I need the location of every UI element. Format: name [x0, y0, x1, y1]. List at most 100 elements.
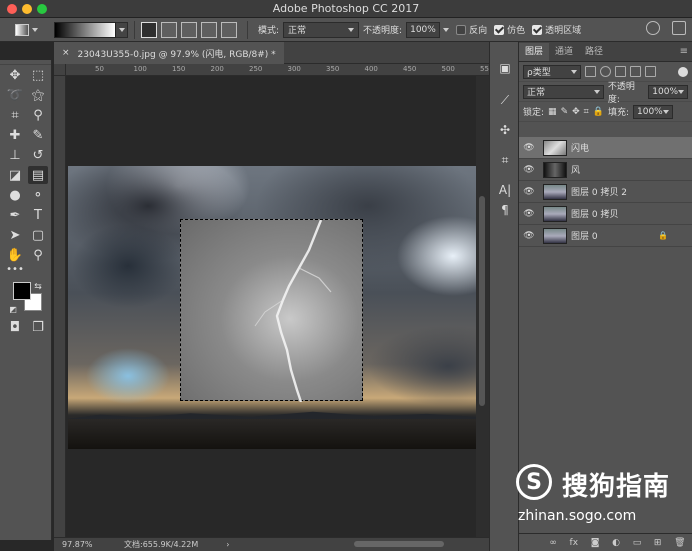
screen-mode-icon[interactable]: ❐ — [28, 318, 48, 336]
close-icon[interactable]: × — [62, 48, 70, 58]
layer-item[interactable]: 👁 图层 0 拷贝 — [519, 203, 692, 225]
eye-icon[interactable]: 👁 — [519, 209, 539, 219]
filter-toggle-icon[interactable] — [678, 66, 688, 77]
pen-tool-icon[interactable]: ✒ — [5, 206, 25, 224]
adjustments-icon[interactable]: ✣ — [497, 122, 513, 138]
lock-artboard-icon[interactable]: ⌗ — [584, 107, 589, 117]
lock-position-icon[interactable]: ✥ — [572, 107, 580, 117]
filter-smart-object-icon[interactable] — [645, 66, 656, 77]
diamond-gradient-button[interactable] — [221, 21, 237, 38]
horizontal-ruler[interactable]: 50 100 150 200 250 300 350 400 450 500 550 — [66, 64, 489, 76]
layer-thumbnail[interactable] — [543, 205, 567, 222]
status-menu-arrow[interactable]: › — [226, 540, 229, 549]
swap-colors-icon[interactable]: ⇆ — [28, 278, 48, 296]
angle-gradient-button[interactable] — [181, 21, 197, 38]
search-icon[interactable] — [646, 21, 660, 35]
layer-thumbnail[interactable] — [543, 139, 567, 156]
reflected-gradient-button[interactable] — [201, 21, 217, 38]
layer-item[interactable]: 👁 图层 0 拷贝 2 — [519, 181, 692, 203]
layer-name[interactable]: 图层 0 拷贝 — [571, 207, 618, 220]
workspace-switcher-icon[interactable] — [672, 21, 686, 35]
blend-mode-select[interactable]: 正常 — [523, 84, 604, 99]
layer-thumbnail[interactable] — [543, 161, 567, 178]
eye-icon[interactable]: 👁 — [519, 187, 539, 197]
layer-name[interactable]: 图层 0 拷贝 2 — [571, 185, 627, 198]
layer-name[interactable]: 图层 0 — [571, 229, 598, 242]
lock-transparent-icon[interactable]: ▦ — [548, 107, 557, 117]
filter-kind-select[interactable]: ρ类型 — [523, 64, 581, 79]
dither-checkbox[interactable]: 仿色 — [494, 23, 525, 36]
tab-paths[interactable]: 路径 — [579, 43, 609, 61]
panel-menu-icon[interactable]: ≡ — [680, 43, 688, 61]
mask-icon[interactable]: ◙ — [591, 538, 600, 548]
layer-item[interactable]: 👁 图层 0 🔒 — [519, 225, 692, 247]
link-icon[interactable]: ∞ — [549, 538, 557, 548]
zoom-tool-icon[interactable]: ⚲ — [28, 246, 48, 264]
layer-item[interactable]: 👁 风 — [519, 159, 692, 181]
fill-input[interactable]: 100% — [633, 104, 673, 119]
rectangle-tool-icon[interactable]: ▢ — [28, 226, 48, 244]
layer-name[interactable]: 风 — [571, 163, 580, 176]
opacity-input[interactable]: 100% — [406, 21, 441, 38]
marquee-tool-icon[interactable]: ⬚ — [28, 66, 48, 84]
lock-all-icon[interactable]: 🔒 — [593, 107, 604, 117]
path-selection-tool-icon[interactable]: ➤ — [5, 226, 25, 244]
transparency-checkbox[interactable]: 透明区域 — [532, 23, 581, 36]
character-icon[interactable]: A| — [497, 182, 513, 198]
brush-tool-icon[interactable]: ✎ — [28, 126, 48, 144]
eye-icon[interactable]: 👁 — [519, 231, 539, 241]
magic-wand-tool-icon[interactable]: ⚝ — [28, 86, 48, 104]
quick-mask-icon[interactable]: ◘ — [5, 318, 25, 336]
linear-gradient-button[interactable] — [141, 21, 157, 38]
filter-pixel-icon[interactable] — [585, 66, 596, 77]
vertical-scroll-thumb[interactable] — [479, 196, 485, 406]
document-tab[interactable]: × 23043U355-0.jpg @ 97.9% (闪电, RGB/8#) * — [54, 42, 284, 64]
layer-thumbnail[interactable] — [543, 227, 567, 244]
folder-icon[interactable]: ▭ — [633, 538, 642, 548]
new-layer-icon[interactable]: ⊞ — [654, 538, 662, 548]
filter-shape-icon[interactable] — [630, 66, 641, 77]
history-icon[interactable]: ⟋ — [497, 92, 513, 108]
foreground-color-swatch[interactable] — [13, 282, 31, 300]
eraser-tool-icon[interactable]: ◪ — [5, 166, 25, 184]
vertical-scrollbar[interactable] — [476, 76, 489, 537]
horizontal-scroll-thumb[interactable] — [354, 541, 444, 547]
adjustment-icon[interactable]: ◐ — [612, 538, 620, 548]
lock-image-icon[interactable]: ✎ — [561, 107, 569, 117]
chevron-down-icon[interactable] — [443, 27, 450, 32]
layer-name[interactable]: 闪电 — [571, 141, 589, 154]
vertical-ruler[interactable] — [54, 64, 66, 537]
move-tool-icon[interactable]: ✥ — [5, 66, 25, 84]
dodge-tool-icon[interactable]: ⚬ — [28, 186, 48, 204]
tab-layers[interactable]: 图层 — [519, 43, 550, 61]
gradient-preview[interactable] — [54, 21, 116, 38]
properties-icon[interactable]: ▣ — [497, 60, 513, 76]
marquee-selection[interactable] — [180, 219, 363, 402]
eye-icon[interactable]: 👁 — [519, 165, 539, 175]
layer-thumbnail[interactable] — [543, 183, 567, 200]
trash-icon[interactable]: 🗑 — [674, 538, 685, 548]
mode-select[interactable]: 正常 — [283, 21, 360, 38]
history-brush-tool-icon[interactable]: ↺ — [28, 146, 48, 164]
more-tools-icon[interactable]: ••• — [5, 260, 25, 278]
gradient-tool-icon[interactable]: ▤ — [28, 166, 48, 184]
blur-tool-icon[interactable]: ● — [5, 186, 25, 204]
filter-adjustment-icon[interactable] — [600, 66, 611, 77]
type-tool-icon[interactable]: T — [28, 206, 48, 224]
clone-stamp-tool-icon[interactable]: ⊥ — [5, 146, 25, 164]
tool-preset-picker[interactable] — [8, 21, 44, 39]
filter-type-icon[interactable] — [615, 66, 626, 77]
default-colors-icon[interactable]: ◩ — [3, 300, 23, 318]
paragraph-icon[interactable]: ¶ — [497, 202, 513, 218]
layer-opacity-input[interactable]: 100% — [648, 84, 688, 99]
lasso-tool-icon[interactable]: ➰ — [5, 86, 25, 104]
reverse-checkbox[interactable]: 反向 — [456, 23, 487, 36]
tab-channels[interactable]: 通道 — [549, 43, 579, 61]
eyedropper-tool-icon[interactable]: ⚲ — [28, 106, 48, 124]
healing-brush-tool-icon[interactable]: ✚ — [5, 126, 25, 144]
radial-gradient-button[interactable] — [161, 21, 177, 38]
ruler-origin[interactable] — [54, 64, 66, 76]
toolbar-grip[interactable] — [0, 60, 51, 65]
crop-panel-icon[interactable]: ⌗ — [497, 152, 513, 168]
fx-icon[interactable]: fx — [570, 538, 579, 548]
